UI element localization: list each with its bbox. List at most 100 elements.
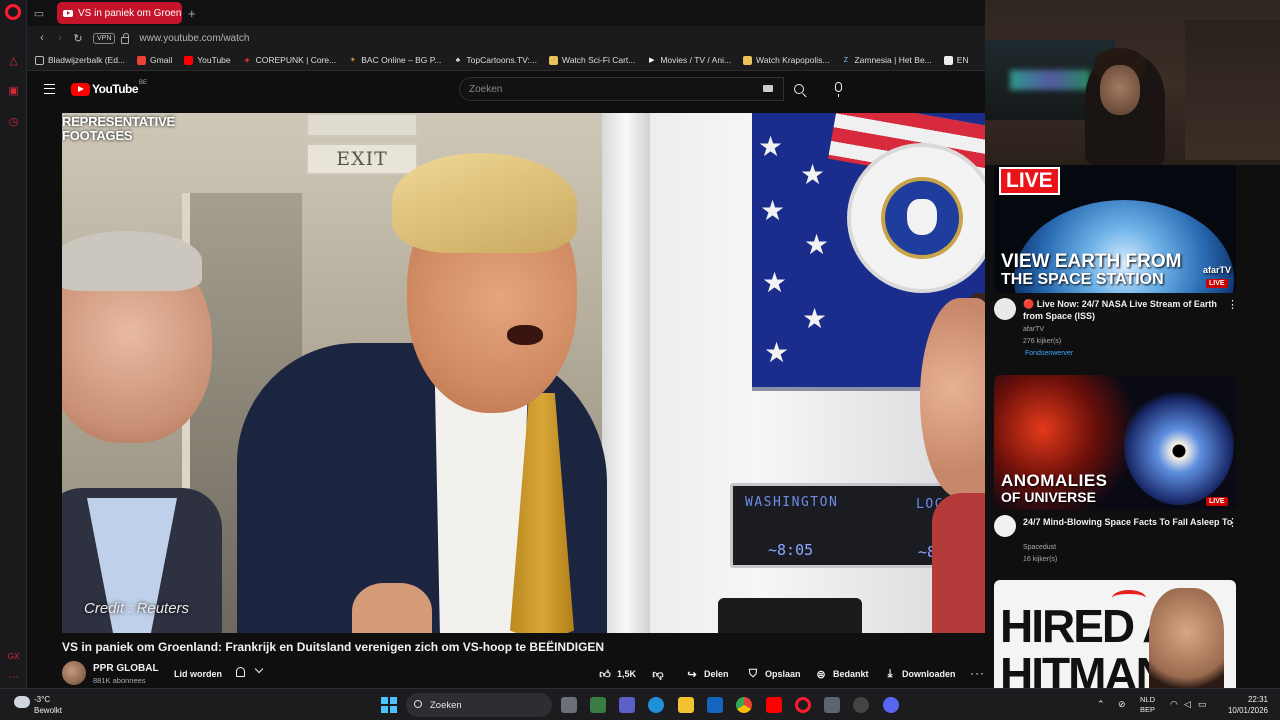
history-icon[interactable]: ◷ (5, 113, 22, 130)
bookmark-item[interactable]: ♣ TopCartoons.TV:... (453, 55, 537, 65)
video-player[interactable]: EXIT ★ ★ ★ ★ ★ ★ ★ WASHINGTON LOCAL ~8:0… (62, 113, 985, 633)
bookmark-item[interactable]: Bladwijzerbalk (Ed... (35, 55, 125, 65)
download-button[interactable]: ⤓ Downloaden (884, 663, 956, 685)
volume-icon[interactable]: ◁ (1184, 699, 1191, 709)
microphone-icon[interactable] (835, 82, 842, 97)
rec-thumbnail[interactable]: HIRED A HITMAN (994, 580, 1236, 688)
lock-icon[interactable] (121, 32, 130, 44)
dislike-button[interactable]: 👎︎ (652, 663, 670, 685)
share-button[interactable]: ↪ Delen (686, 663, 728, 685)
rec-channel-avatar[interactable] (994, 515, 1016, 537)
weather-widget[interactable]: -3°C Bewolkt (34, 694, 62, 716)
rec-more-icon[interactable]: ⋮ (1227, 298, 1238, 311)
bookmark-item[interactable]: ✶ BAC Online – BG P... (348, 55, 442, 65)
bookmark-item[interactable]: Watch Sci-Fi Cart... (548, 55, 635, 65)
rec-more-icon[interactable]: ⋮ (1227, 516, 1238, 529)
overlay-line-2: FOOTAGES (62, 128, 133, 143)
calculator-icon[interactable] (824, 697, 840, 713)
more-actions-icon[interactable]: ··· (970, 666, 985, 680)
bookmark-item[interactable]: YouTube (184, 55, 231, 65)
opera-sidebar: △ ▣ ◷ GX ··· (0, 0, 27, 688)
aria-icon[interactable]: △ (5, 52, 22, 69)
thumb-text-line-1: HIRED A (1000, 600, 1175, 652)
more-sidebar-icon[interactable]: ··· (5, 668, 22, 685)
bookmark-label: Bladwijzerbalk (Ed... (48, 55, 126, 65)
rec-thumbnail[interactable]: LIVE VIEW EARTH FROM THE SPACE STATION a… (994, 165, 1236, 293)
microphone-prop (718, 598, 862, 633)
thumb-person (1149, 588, 1224, 688)
like-button[interactable]: 👍︎ 1,5K (599, 663, 636, 685)
search-input[interactable]: Zoeken (459, 77, 784, 101)
opera-logo-icon[interactable] (5, 4, 21, 20)
tab-menu-icon[interactable]: ▭ (27, 1, 51, 25)
edge-icon[interactable] (648, 697, 664, 713)
bookmark-item[interactable]: ▶ Movies / TV / Ani... (647, 55, 731, 65)
youtube-app-icon[interactable] (766, 697, 782, 713)
youtube-icon (184, 55, 194, 65)
task-view-icon[interactable] (561, 697, 577, 713)
bookmark-item[interactable]: Z Zamnesia | Het Be... (841, 55, 932, 65)
speaker-icon (63, 9, 73, 17)
opera-gx-icon[interactable] (795, 697, 811, 713)
battery-icon[interactable]: ▭ (1198, 699, 1207, 709)
bookmark-item[interactable]: Watch Krapopolis... (743, 55, 829, 65)
thanks-button[interactable]: ⊜ Bedankt (815, 663, 868, 685)
chevron-down-icon[interactable] (254, 664, 264, 674)
store-icon[interactable] (590, 697, 606, 713)
rec-title[interactable]: 🔴 Live Now: 24/7 NASA Live Stream of Ear… (1023, 298, 1233, 322)
tray-app-icon[interactable]: ⊘ (1118, 699, 1126, 709)
bookmark-item[interactable]: Gmail (137, 55, 172, 65)
windows-taskbar: -3°C Bewolkt Zoeken ⌃ ⊘ NLD BEP ◠ ◁ ▭ 22… (0, 688, 1280, 720)
temperature: -3°C (34, 695, 51, 704)
menu-icon[interactable] (44, 84, 55, 94)
youtube-logo[interactable]: YouTube BE (71, 80, 147, 96)
folder-icon (35, 55, 44, 65)
tray-chevron-icon[interactable]: ⌃ (1097, 699, 1105, 709)
youtube-sidebar-icon[interactable]: ▣ (5, 82, 22, 99)
new-tab-button[interactable]: + (188, 6, 196, 21)
taskbar-clock[interactable]: 22:31 10/01/2026 (1226, 694, 1268, 716)
file-explorer-icon[interactable] (678, 697, 694, 713)
search-icon (794, 84, 804, 94)
video-frame-pillar (602, 113, 650, 633)
windows-start-icon[interactable] (381, 697, 397, 713)
keyboard-icon[interactable] (763, 85, 773, 92)
rec-title[interactable]: 24/7 Mind-Blowing Space Facts To Fall As… (1023, 516, 1233, 528)
weather-icon[interactable] (14, 696, 30, 708)
channel-name[interactable]: PPR GLOBAL (93, 663, 159, 674)
bookmark-item[interactable]: ◈ COREPUNK | Core... (243, 55, 336, 65)
thumb-text-line-1: VIEW EARTH FROM (1001, 251, 1182, 272)
search-button[interactable] (784, 77, 814, 101)
outlook-icon[interactable] (707, 697, 723, 713)
back-icon[interactable]: ‹ (33, 32, 51, 44)
rec-channel[interactable]: Spacedust (1023, 544, 1056, 551)
language-indicator[interactable]: NLD BEP (1140, 695, 1155, 715)
save-button[interactable]: ⛉ Opslaan (747, 663, 801, 685)
reload-icon[interactable]: ↻ (69, 32, 87, 45)
gx-icon[interactable]: GX (5, 648, 22, 665)
rec-channel-avatar[interactable] (994, 298, 1016, 320)
bell-icon[interactable] (236, 667, 245, 677)
save-label: Opslaan (765, 669, 801, 679)
wifi-icon[interactable]: ◠ (1170, 699, 1178, 709)
rec-channel[interactable]: afarTV (1023, 326, 1044, 333)
join-button[interactable]: Lid worden (162, 663, 234, 685)
url-field[interactable]: www.youtube.com/watch (139, 33, 249, 44)
channel-avatar[interactable] (62, 661, 86, 685)
forward-icon[interactable]: › (51, 32, 69, 44)
discord-icon[interactable] (883, 697, 899, 713)
bookmarks-bar: Bladwijzerbalk (Ed... Gmail YouTube ◈ COR… (27, 50, 985, 71)
teams-icon[interactable] (619, 697, 635, 713)
taskbar-search[interactable]: Zoeken (406, 693, 552, 717)
youtube-masthead: YouTube BE Zoeken (27, 71, 985, 111)
vpn-badge[interactable]: VPN (93, 32, 116, 44)
bookmark-label: BAC Online – BG P... (361, 55, 442, 65)
thumb-brand: afarTV (1203, 265, 1232, 275)
steam-icon[interactable] (853, 697, 869, 713)
rec-thumbnail[interactable]: ANOMALIES OF UNIVERSE LIVE (994, 375, 1236, 510)
chrome-icon[interactable] (736, 697, 752, 713)
bookmark-label: Watch Krapopolis... (756, 55, 830, 65)
tab-active[interactable]: VS in paniek om Groen (57, 2, 182, 24)
bookmark-item[interactable]: EN (943, 55, 969, 65)
youtube-wordmark: YouTube (92, 82, 139, 96)
